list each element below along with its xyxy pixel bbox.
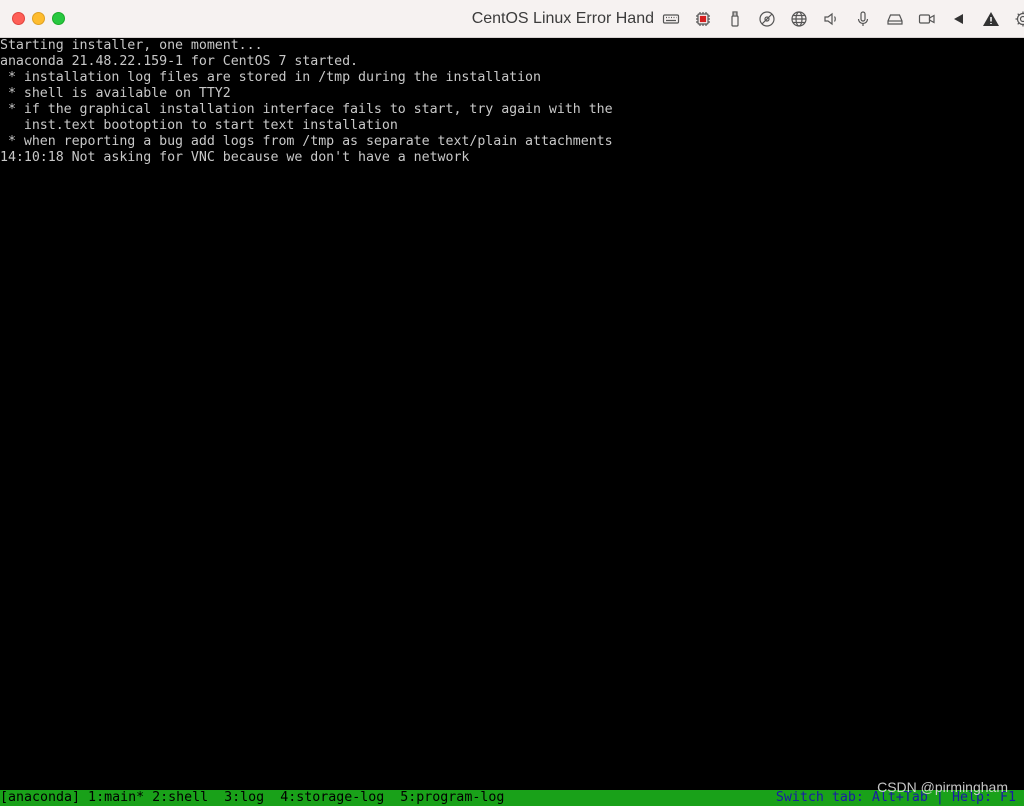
vm-toolbar <box>655 8 1024 30</box>
back-icon[interactable] <box>943 8 975 30</box>
cpu-icon[interactable] <box>687 8 719 30</box>
console-line: * installation log files are stored in /… <box>0 70 541 85</box>
console-line: * if the graphical installation interfac… <box>0 102 613 117</box>
window-title: CentOS Linux Error Hand <box>471 10 654 27</box>
tmux-status-bar: [anaconda] 1:main* 2:shell 3:log 4:stora… <box>0 790 1024 806</box>
maximize-window-button[interactable] <box>52 12 65 25</box>
console-line: * shell is available on TTY2 <box>0 86 231 101</box>
vm-window: CentOS Linux Error Hand Starting install… <box>0 0 1024 806</box>
gear-icon[interactable] <box>1007 8 1024 30</box>
console-line: anaconda 21.48.22.159-1 for CentOS 7 sta… <box>0 54 358 69</box>
console-screen[interactable]: Starting installer, one moment... anacon… <box>0 38 1024 790</box>
speaker-icon[interactable] <box>815 8 847 30</box>
warning-icon[interactable] <box>975 8 1007 30</box>
console-line: * when reporting a bug add logs from /tm… <box>0 134 613 149</box>
keyboard-icon[interactable] <box>655 8 687 30</box>
close-window-button[interactable] <box>12 12 25 25</box>
usb-icon[interactable] <box>719 8 751 30</box>
network-icon[interactable] <box>783 8 815 30</box>
window-tabs-list[interactable]: [anaconda] 1:main* 2:shell 3:log 4:stora… <box>0 790 504 806</box>
drive-icon[interactable] <box>879 8 911 30</box>
console-line: 14:10:18 Not asking for VNC because we d… <box>0 150 470 165</box>
cd-icon[interactable] <box>751 8 783 30</box>
title-bar: CentOS Linux Error Hand <box>0 0 1024 38</box>
camera-icon[interactable] <box>911 8 943 30</box>
console-line: Starting installer, one moment... <box>0 38 263 53</box>
minimize-window-button[interactable] <box>32 12 45 25</box>
watermark: CSDN @pirmingham <box>877 779 1008 795</box>
console-line: inst.text bootoption to start text insta… <box>0 118 398 133</box>
microphone-icon[interactable] <box>847 8 879 30</box>
